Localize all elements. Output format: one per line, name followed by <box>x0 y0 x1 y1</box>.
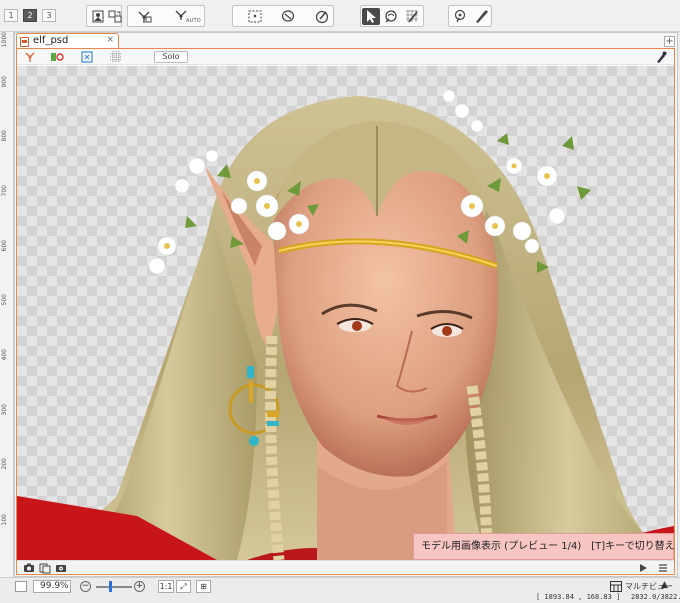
ruler-label: 300 <box>1 404 8 416</box>
camera-icon[interactable] <box>23 562 35 574</box>
zoom-in-icon[interactable]: + <box>134 581 145 592</box>
capture-sequence-icon[interactable] <box>39 562 51 574</box>
zoom-slider-track[interactable] <box>96 586 132 588</box>
ruler-label: 500 <box>1 294 8 306</box>
document-tab-title: elf_psd <box>33 35 69 46</box>
scale-1-1-button[interactable]: 1:1 <box>158 580 174 593</box>
palette-toggle-icon[interactable] <box>50 50 64 64</box>
ruler-label: 600 <box>1 240 8 252</box>
page-button-2[interactable]: 2 <box>23 9 37 22</box>
zoom-slider-thumb[interactable] <box>109 581 112 592</box>
status-bar: 99.9% − + 1:1 ⤢ ⊞ マルチビュー ▲ [ 1893.84 , 1… <box>0 577 680 603</box>
ruler-label: 1000 <box>1 32 8 48</box>
auto-label: AUTO <box>186 18 201 24</box>
arrow-select-icon[interactable] <box>362 8 380 25</box>
canvas-size: 2832.0/3822. <box>631 593 680 601</box>
ruler-label: 700 <box>1 185 8 197</box>
deformer-view-icon[interactable] <box>23 50 37 64</box>
grid-toggle-icon[interactable] <box>109 50 123 64</box>
rotate-icon[interactable] <box>382 8 400 25</box>
art-mesh-icon[interactable] <box>89 8 107 25</box>
color-swatch[interactable] <box>15 581 27 592</box>
preview-mode-banner: モデル用画像表示 (プレビュー 1/4) [T]キーで切り替え <box>413 533 675 560</box>
tab-close-button[interactable]: × <box>106 35 114 45</box>
psd-file-icon <box>20 37 29 47</box>
toolbar-group-misc <box>448 5 492 27</box>
fit-screen-icon[interactable]: ⤢ <box>176 580 191 593</box>
canvas-viewport[interactable] <box>17 66 674 560</box>
toolbar-group-tools <box>360 5 424 27</box>
view-subtoolbar: Solo <box>17 49 674 65</box>
toolbar-group-deformer: AUTO <box>127 5 205 27</box>
play-icon[interactable] <box>637 562 649 574</box>
fit-view-icon[interactable] <box>80 50 94 64</box>
search-pen-icon[interactable] <box>654 50 668 64</box>
frame-view-icon[interactable]: ⊞ <box>196 580 211 593</box>
pen-icon[interactable] <box>472 8 490 25</box>
ruler-label: 400 <box>1 349 8 361</box>
view-bottom-strip <box>17 560 674 574</box>
view-mode-arrow-icon[interactable]: ▲ <box>661 580 668 590</box>
multiview-icon[interactable] <box>610 581 622 592</box>
page-button-1[interactable]: 1 <box>4 9 18 22</box>
page-button-3[interactable]: 3 <box>42 9 56 22</box>
add-tab-button[interactable]: + <box>664 36 675 47</box>
elf-illustration <box>17 89 674 560</box>
video-camera-icon[interactable] <box>55 562 67 574</box>
toolbar-group-selection <box>232 5 334 27</box>
mesh-edit-icon[interactable] <box>403 8 421 25</box>
document-tab[interactable]: elf_psd × <box>16 33 119 49</box>
deformer-icon[interactable] <box>135 8 153 25</box>
main-toolbar: 1 2 3 AUTO <box>0 0 680 32</box>
lasso-icon[interactable] <box>279 8 297 25</box>
ruler-label: 100 <box>1 514 8 526</box>
pin-icon[interactable] <box>451 8 469 25</box>
ruler-label: 800 <box>1 130 8 142</box>
zoom-input[interactable]: 99.9% <box>33 580 71 593</box>
vertical-ruler: 1000 900 800 700 600 500 400 300 200 100 <box>0 32 14 577</box>
zoom-out-icon[interactable]: − <box>80 581 91 592</box>
cursor-coordinates: [ 1893.84 , 168.83 ] <box>536 593 621 601</box>
ruler-label: 200 <box>1 458 8 470</box>
select-grid-icon[interactable] <box>246 8 264 25</box>
solo-button[interactable]: Solo <box>154 51 188 63</box>
toolbar-group-model <box>86 5 122 27</box>
list-menu-icon[interactable] <box>657 562 669 574</box>
brush-icon[interactable] <box>313 8 331 25</box>
model-texture-icon[interactable] <box>106 8 124 25</box>
ruler-label: 900 <box>1 76 8 88</box>
